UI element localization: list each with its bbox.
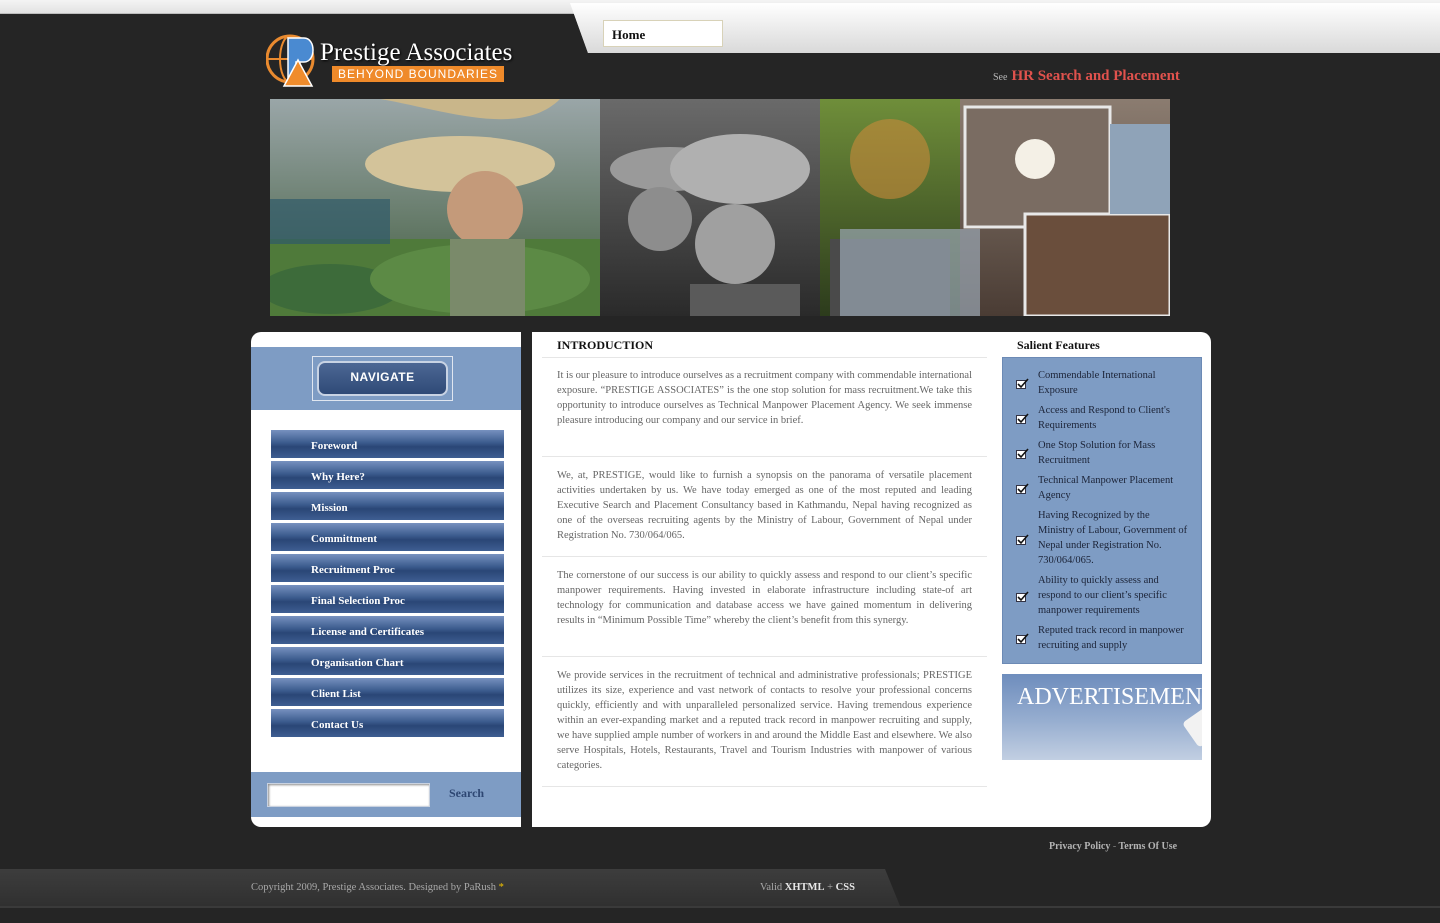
feature-label: One Stop Solution for Mass Recruitment (1038, 440, 1156, 466)
feature-label: Commendable International Exposure (1038, 370, 1156, 396)
plus-sign: + (827, 882, 834, 893)
feature-label: Ability to quickly assess and respond to… (1038, 575, 1167, 616)
feature-item: Technical Manpower Placement Agency (1016, 473, 1188, 503)
logo-tagline: BEHYOND BOUNDARIES (332, 66, 504, 82)
page-title: INTRODUCTION (557, 338, 654, 352)
intro-paragraph-2: We, at, PRESTIGE, would like to furnish … (557, 470, 972, 541)
logo[interactable]: Prestige Associates BEHYOND BOUNDARIES (266, 30, 538, 90)
intro-paragraph-4: We provide services in the recruitment o… (557, 670, 972, 771)
sidebar: NAVIGATE Foreword Why Here? Mission Comm… (251, 332, 521, 827)
divider (542, 456, 987, 457)
feature-label: Having Recognized by the Ministry of Lab… (1038, 510, 1188, 566)
checkbox-tick-icon (1016, 413, 1029, 424)
search-input[interactable] (267, 783, 430, 807)
sidebar-item-final-selection-proc[interactable]: Final Selection Proc (271, 585, 504, 613)
sidebar-item-client-list[interactable]: Client List (271, 678, 504, 706)
divider (542, 357, 987, 358)
features-title: Salient Features (1017, 338, 1100, 352)
privacy-policy-link[interactable]: Privacy Policy (1049, 841, 1110, 852)
checkbox-tick-icon (1016, 483, 1029, 494)
sidebar-item-mission[interactable]: Mission (271, 492, 504, 520)
checkbox-tick-icon (1016, 633, 1029, 644)
checkbox-tick-icon (1016, 448, 1029, 459)
copyright: Copyright 2009, Prestige Associates. Des… (251, 882, 504, 893)
divider (542, 786, 987, 787)
advertisement-banner[interactable]: ADVERTISEMENT1 (1002, 674, 1202, 760)
search-bar: Search (251, 772, 521, 817)
feature-item: One Stop Solution for Mass Recruitment (1016, 438, 1188, 468)
search-button[interactable]: Search (449, 786, 484, 801)
advertisement-label: ADVERTISEMENT1 (1017, 684, 1202, 710)
feature-item: Having Recognized by the Ministry of Lab… (1016, 508, 1188, 568)
hr-search-label[interactable]: HR Search and Placement (1011, 68, 1179, 84)
logo-globe-icon (266, 34, 315, 87)
main-content: INTRODUCTION It is our pleasure to intro… (532, 332, 1211, 827)
star-icon: * (498, 882, 504, 893)
divider (542, 556, 987, 557)
banner-collage (270, 99, 1170, 316)
checkbox-tick-icon (1016, 378, 1029, 389)
valid-prefix: Valid (760, 882, 783, 893)
sidebar-item-license-certificates[interactable]: License and Certificates (271, 616, 504, 644)
intro-paragraph-3: The cornerstone of our success is our ab… (557, 570, 972, 626)
logo-name: Prestige Associates (320, 39, 513, 66)
feature-item: Ability to quickly assess and respond to… (1016, 573, 1188, 618)
sidebar-item-organisation-chart[interactable]: Organisation Chart (271, 647, 504, 675)
see-prefix: See (993, 72, 1008, 83)
footer-separator: - (1112, 841, 1117, 852)
sidebar-item-committment[interactable]: Committment (271, 523, 504, 551)
checkbox-tick-icon (1016, 534, 1029, 545)
feature-label: Reputed track record in manpower recruit… (1038, 625, 1184, 651)
sidebar-item-contact-us[interactable]: Contact Us (271, 709, 504, 737)
feature-item: Access and Respond to Client's Requireme… (1016, 403, 1188, 433)
divider (542, 656, 987, 657)
copyright-text: Copyright 2009, Prestige Associates. Des… (251, 882, 496, 893)
checkbox-tick-icon (1016, 591, 1029, 602)
sidebar-item-foreword[interactable]: Foreword (271, 430, 504, 458)
header-banner-image (270, 99, 1170, 316)
navigate-header: NAVIGATE (251, 347, 521, 410)
bottom-line (0, 906, 1440, 908)
terms-of-use-link[interactable]: Terms Of Use (1119, 841, 1178, 852)
navigate-button[interactable]: NAVIGATE (317, 361, 448, 396)
sidebar-menu: Foreword Why Here? Mission Committment R… (271, 430, 504, 740)
feature-item: Reputed track record in manpower recruit… (1016, 623, 1188, 653)
feature-item: Commendable International Exposure (1016, 368, 1188, 398)
feature-label: Technical Manpower Placement Agency (1038, 475, 1174, 501)
footer-links: Privacy Policy - Terms Of Use (1049, 841, 1177, 852)
hr-search-link[interactable]: See HR Search and Placement (993, 67, 1180, 85)
nav-home-tab[interactable]: Home (603, 20, 723, 47)
css-link[interactable]: CSS (836, 882, 855, 893)
feature-label: Access and Respond to Client's Requireme… (1038, 405, 1170, 431)
intro-paragraph-1: It is our pleasure to introduce ourselve… (557, 370, 972, 426)
sidebar-item-why-here[interactable]: Why Here? (271, 461, 504, 489)
features-list: Commendable International Exposure Acces… (1002, 357, 1202, 664)
sidebar-item-recruitment-proc[interactable]: Recruitment Proc (271, 554, 504, 582)
xhtml-link[interactable]: XHTML (785, 882, 825, 893)
validation-links: Valid XHTML + CSS (760, 882, 855, 893)
navigate-button-frame: NAVIGATE (312, 356, 453, 401)
